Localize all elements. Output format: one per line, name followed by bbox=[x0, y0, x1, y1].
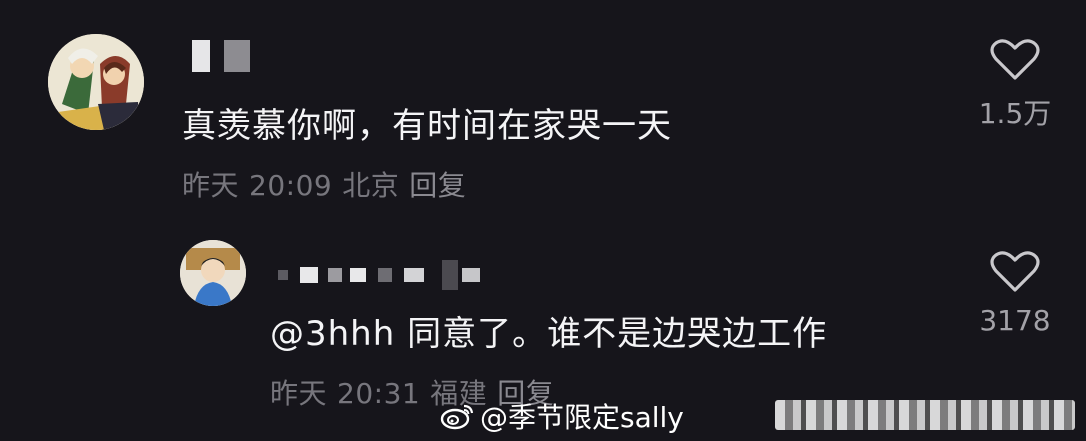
like-button[interactable]: 3178 bbox=[975, 250, 1055, 337]
comment-location: 北京 bbox=[342, 169, 400, 202]
like-count: 3178 bbox=[979, 304, 1051, 337]
like-count: 1.5万 bbox=[978, 97, 1052, 130]
comment-date: 昨天 bbox=[182, 169, 240, 202]
avatar[interactable] bbox=[48, 34, 144, 130]
avatar-image bbox=[180, 240, 246, 306]
comment-time: 20:09 bbox=[249, 169, 333, 202]
reply-button[interactable]: 回复 bbox=[409, 169, 466, 202]
masked-username[interactable] bbox=[278, 260, 480, 290]
like-button[interactable]: 1.5万 bbox=[975, 38, 1055, 132]
heart-outline-icon bbox=[990, 39, 1040, 80]
comment-text: @3hhh 同意了。谁不是边哭边工作 bbox=[270, 314, 828, 354]
comment-date: 昨天 bbox=[270, 377, 328, 410]
watermark: @季节限定sally bbox=[440, 396, 684, 436]
masked-username[interactable] bbox=[192, 40, 250, 72]
watermark-text: @季节限定sally bbox=[480, 401, 684, 434]
avatar-image bbox=[48, 34, 144, 130]
comment-text: 真羡慕你啊，有时间在家哭一天 bbox=[182, 106, 672, 146]
avatar[interactable] bbox=[180, 240, 246, 306]
heart-outline-icon bbox=[990, 251, 1040, 292]
weibo-icon bbox=[440, 404, 474, 430]
comment-time: 20:31 bbox=[337, 377, 421, 410]
comment-meta: 昨天 20:09 北京 回复 bbox=[182, 164, 476, 204]
obscured-region bbox=[775, 400, 1075, 430]
